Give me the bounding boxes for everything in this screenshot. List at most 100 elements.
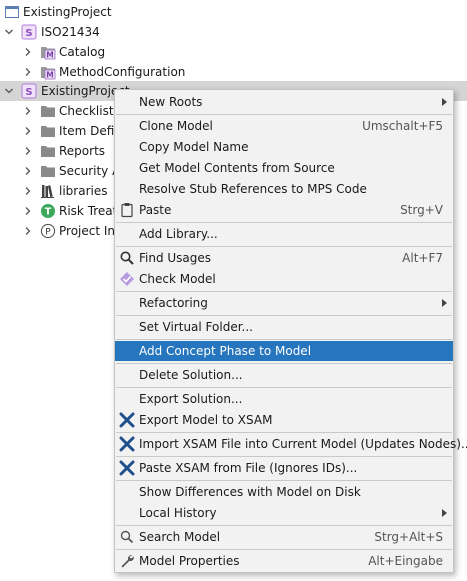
- tree-item-catalog[interactable]: M Catalog: [0, 42, 467, 62]
- context-menu: New Roots Clone Model Umschalt+F5 Copy M…: [114, 89, 467, 573]
- menu-item-add-library[interactable]: Add Library...: [115, 224, 453, 244]
- folder-icon: [41, 106, 55, 117]
- svg-text:S: S: [25, 87, 32, 98]
- menu-item-label: Check Model: [139, 272, 216, 286]
- clipboard-icon: [121, 203, 133, 218]
- xsam-icon: [119, 460, 135, 476]
- menu-item-label: Resolve Stub References to MPS Code: [139, 182, 367, 196]
- menu-item-label: Import XSAM File into Current Model (Upd…: [139, 437, 467, 451]
- menu-separator: [116, 387, 452, 388]
- folder-icon: [41, 126, 55, 137]
- tree-item-label: Item Defin: [59, 124, 122, 138]
- menu-item-label: Export Model to XSAM: [139, 413, 273, 427]
- menu-separator: [116, 363, 452, 364]
- menu-item-resolve-stub-references[interactable]: Resolve Stub References to MPS Code: [115, 179, 453, 199]
- menu-item-label: Search Model: [139, 530, 221, 544]
- chevron-right-icon[interactable]: [22, 145, 34, 157]
- menu-item-paste-xsam[interactable]: Paste XSAM from File (Ignores IDs)...: [115, 458, 453, 478]
- menu-item-set-virtual-folder[interactable]: Set Virtual Folder...: [115, 317, 453, 337]
- chevron-down-icon[interactable]: [3, 26, 15, 38]
- menu-item-import-xsam[interactable]: Import XSAM File into Current Model (Upd…: [115, 434, 467, 454]
- risk-treatment-icon: T: [41, 204, 55, 218]
- menu-separator: [116, 114, 452, 115]
- tree-item-label: Catalog: [59, 45, 106, 59]
- chevron-right-icon[interactable]: [22, 105, 34, 117]
- menu-item-label: Delete Solution...: [139, 368, 243, 382]
- menu-item-copy-model-name[interactable]: Copy Model Name: [115, 137, 453, 157]
- menu-item-label: Export Solution...: [139, 392, 243, 406]
- menu-item-search-model[interactable]: Search Model Strg+Alt+S: [115, 527, 453, 547]
- menu-separator: [116, 315, 452, 316]
- xsam-icon: [119, 412, 135, 428]
- folder-icon: [41, 146, 55, 157]
- tree-item-label: ISO21434: [41, 25, 100, 39]
- menu-item-paste[interactable]: Paste Strg+V: [115, 200, 453, 220]
- menu-separator: [116, 339, 452, 340]
- chevron-right-icon[interactable]: [22, 125, 34, 137]
- tree-root[interactable]: ExistingProject: [0, 2, 467, 22]
- tree-item-iso21434[interactable]: S ISO21434: [0, 22, 467, 42]
- tree-item-methodconfiguration[interactable]: M MethodConfiguration: [0, 62, 467, 82]
- menu-item-label: Find Usages: [139, 251, 212, 265]
- project-info-icon: P: [40, 223, 56, 239]
- tree-item-label: MethodConfiguration: [59, 65, 186, 79]
- tree-item-label: Reports: [59, 144, 106, 158]
- menu-item-find-usages[interactable]: Find Usages Alt+F7: [115, 248, 453, 268]
- menu-separator: [116, 549, 452, 550]
- menu-item-label: Show Differences with Model on Disk: [139, 485, 361, 499]
- menu-item-label: Refactoring: [139, 296, 208, 310]
- menu-separator: [116, 480, 452, 481]
- libraries-icon: [41, 185, 54, 198]
- svg-text:S: S: [25, 28, 32, 39]
- menu-item-check-model[interactable]: Check Model: [115, 269, 453, 289]
- chevron-right-icon[interactable]: [22, 205, 34, 217]
- menu-item-clone-model[interactable]: Clone Model Umschalt+F5: [115, 116, 453, 136]
- model-icon: M: [41, 67, 56, 80]
- wrench-icon: [121, 555, 134, 568]
- submenu-arrow-icon: [442, 299, 447, 307]
- menu-item-label: Set Virtual Folder...: [139, 320, 253, 334]
- menu-item-label: Add Library...: [139, 227, 218, 241]
- menu-separator: [116, 525, 452, 526]
- svg-text:M: M: [46, 71, 53, 80]
- chevron-right-icon[interactable]: [22, 46, 34, 58]
- folder-icon: [41, 166, 55, 177]
- menu-item-get-model-contents[interactable]: Get Model Contents from Source: [115, 158, 453, 178]
- menu-item-label: Paste XSAM from File (Ignores IDs)...: [139, 461, 358, 475]
- menu-item-label: Paste: [139, 203, 172, 217]
- chevron-right-icon[interactable]: [22, 165, 34, 177]
- chevron-right-icon[interactable]: [22, 66, 34, 78]
- menu-item-show-differences[interactable]: Show Differences with Model on Disk: [115, 482, 453, 502]
- chevron-down-icon[interactable]: [3, 85, 15, 97]
- project-icon: [5, 6, 19, 18]
- tree-item-label: Project Inf: [59, 224, 120, 238]
- menu-separator: [116, 291, 452, 292]
- menu-item-shortcut: Strg+V: [400, 203, 443, 217]
- menu-item-delete-solution[interactable]: Delete Solution...: [115, 365, 453, 385]
- chevron-right-icon[interactable]: [22, 225, 34, 237]
- menu-item-label: Clone Model: [139, 119, 213, 133]
- menu-item-shortcut: Alt+F7: [402, 251, 443, 265]
- menu-item-shortcut: Alt+Eingabe: [368, 554, 443, 568]
- menu-item-add-concept-phase[interactable]: Add Concept Phase to Model: [115, 341, 453, 361]
- solution-icon: S: [21, 83, 37, 99]
- menu-item-label: Local History: [139, 506, 217, 520]
- menu-item-refactoring[interactable]: Refactoring: [115, 293, 453, 313]
- svg-text:T: T: [45, 207, 52, 218]
- menu-item-label: Add Concept Phase to Model: [139, 344, 312, 358]
- chevron-right-icon[interactable]: [22, 185, 34, 197]
- menu-separator: [116, 246, 452, 247]
- solution-icon: S: [21, 24, 37, 40]
- menu-separator: [116, 432, 452, 433]
- model-icon: M: [41, 47, 56, 60]
- menu-item-export-solution[interactable]: Export Solution...: [115, 389, 453, 409]
- tree-root-label: ExistingProject: [23, 5, 112, 19]
- menu-item-local-history[interactable]: Local History: [115, 503, 453, 523]
- search-icon: [120, 530, 134, 544]
- menu-item-export-model-to-xsam[interactable]: Export Model to XSAM: [115, 410, 453, 430]
- menu-item-model-properties[interactable]: Model Properties Alt+Eingabe: [115, 551, 453, 571]
- tree-item-label: libraries: [59, 184, 108, 198]
- tree-item-label: Checklists: [59, 104, 120, 118]
- menu-item-new-roots[interactable]: New Roots: [115, 92, 453, 112]
- submenu-arrow-icon: [442, 509, 447, 517]
